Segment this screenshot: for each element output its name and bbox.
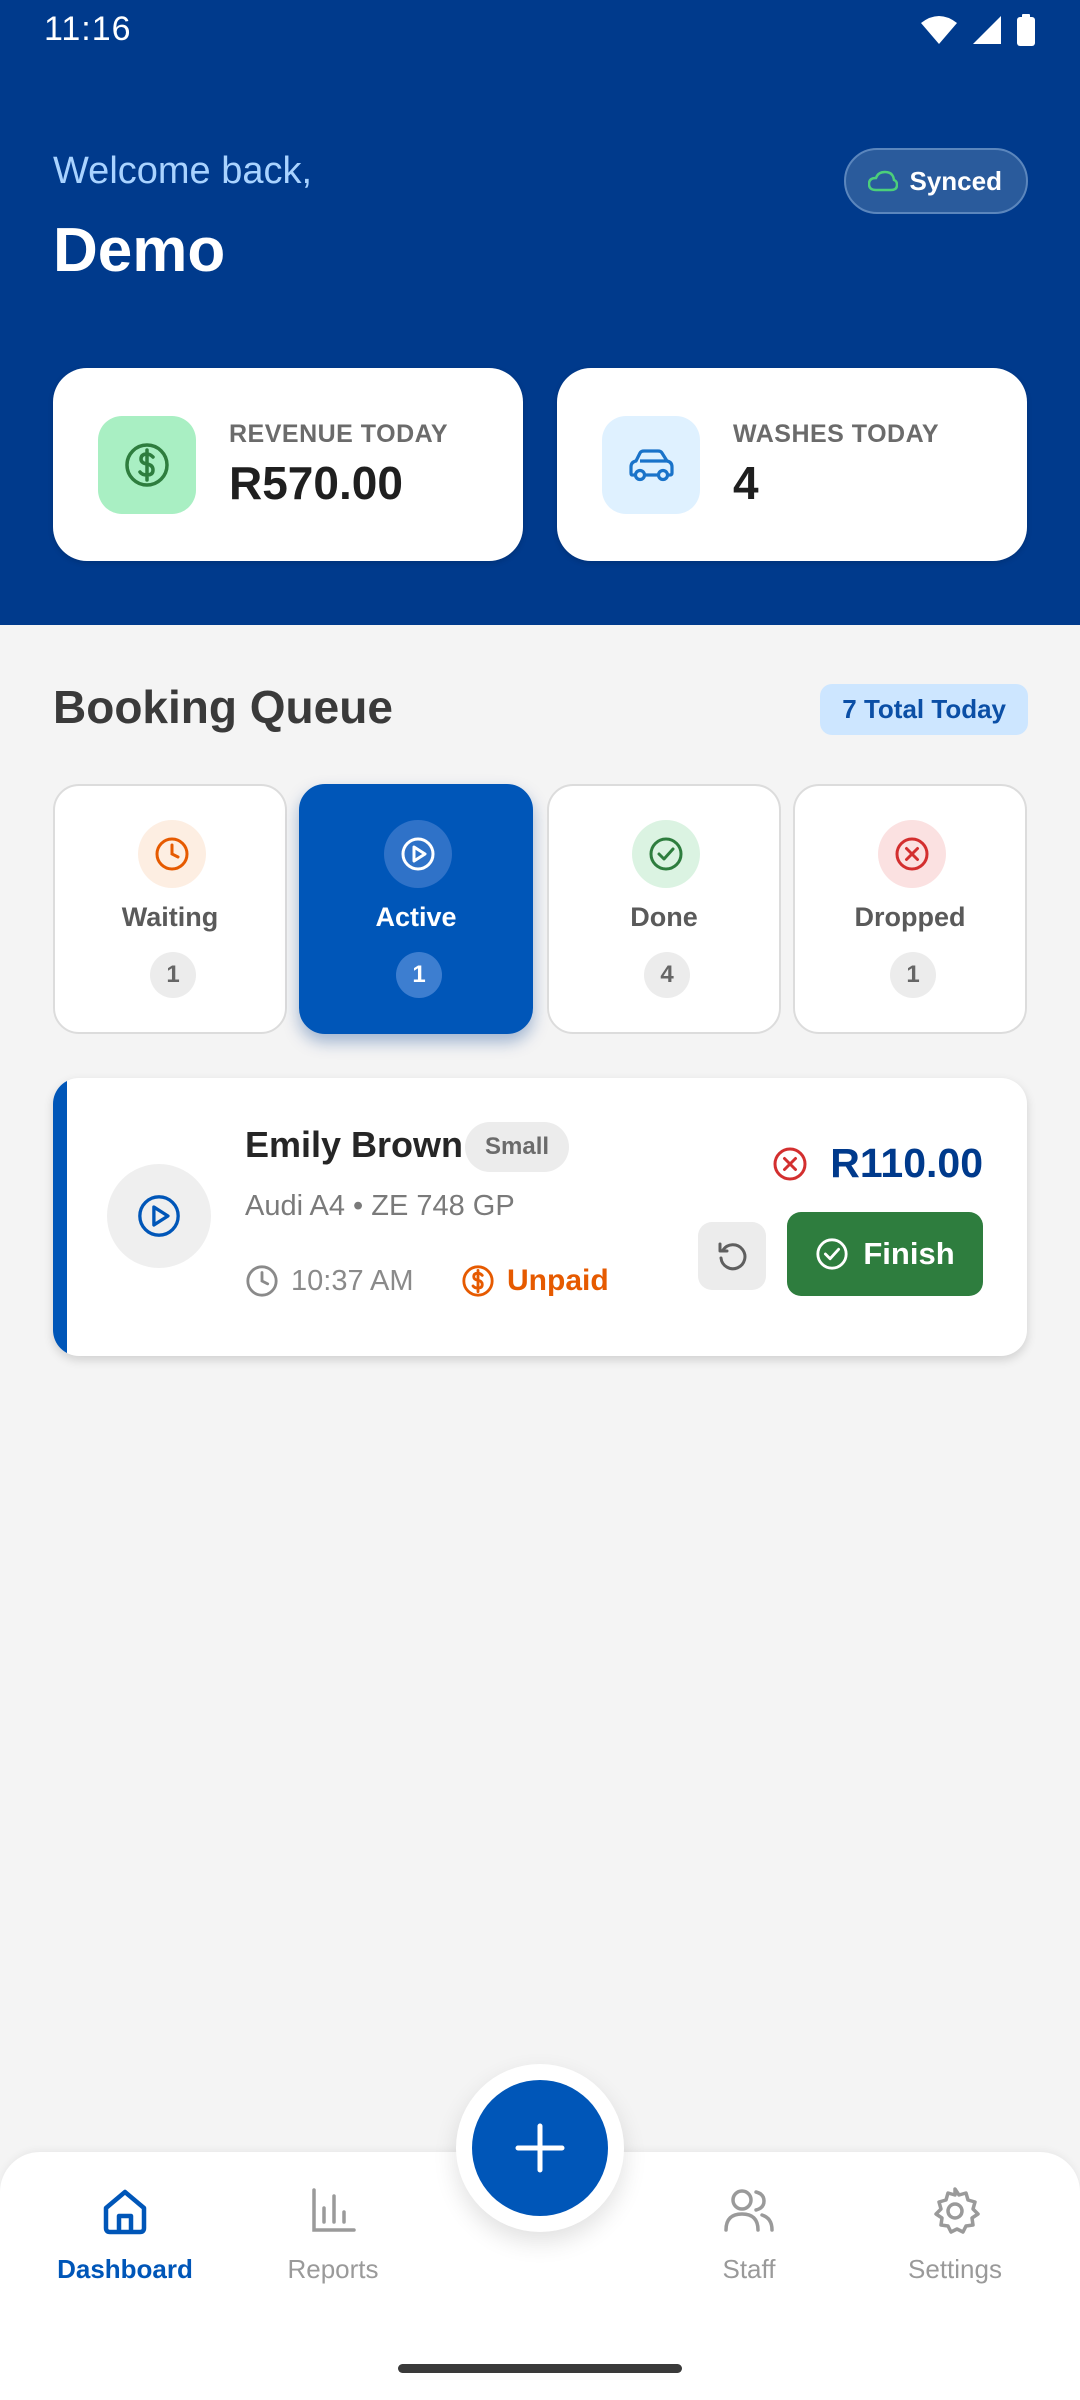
revenue-label: REVENUE TODAY xyxy=(229,420,449,448)
price-row: R110.00 xyxy=(772,1140,983,1187)
booking-price: R110.00 xyxy=(830,1140,983,1186)
booking-time-text: 10:37 AM xyxy=(291,1264,414,1297)
signal-icon xyxy=(973,16,1001,44)
plus-icon xyxy=(515,2123,565,2173)
nav-item-dashboard[interactable]: Dashboard xyxy=(40,2180,210,2285)
tab-dropped[interactable]: Dropped 1 xyxy=(793,784,1027,1034)
user-name: Demo xyxy=(53,216,226,285)
washes-icon-box xyxy=(602,416,700,514)
washes-card: WASHES TODAY 4 xyxy=(557,368,1027,561)
clock-icon xyxy=(246,1265,278,1297)
tab-active-label: Active xyxy=(375,902,457,932)
vehicle-info: Audi A4 • ZE 748 GP xyxy=(245,1190,515,1222)
washes-label: WASHES TODAY xyxy=(733,420,940,448)
welcome-text: Welcome back, xyxy=(53,150,313,192)
total-today-badge: 7 Total Today xyxy=(820,684,1028,735)
play-circle-icon xyxy=(401,837,435,871)
undo-icon xyxy=(718,1242,747,1271)
tab-active-count: 1 xyxy=(396,952,442,998)
bar-chart-icon xyxy=(312,2188,356,2232)
check-circle-icon xyxy=(816,1238,848,1270)
status-icons xyxy=(920,14,1036,46)
nav-item-reports[interactable]: Reports xyxy=(248,2180,418,2285)
tab-done-icon-box xyxy=(632,820,700,888)
status-bar: 11:16 xyxy=(0,0,1080,62)
tab-dropped-icon-box xyxy=(878,820,946,888)
dollar-circle-icon xyxy=(125,443,169,487)
revenue-value: R570.00 xyxy=(229,457,403,509)
tab-done-label: Done xyxy=(630,902,698,932)
users-icon xyxy=(724,2189,774,2232)
cloud-icon xyxy=(867,170,898,192)
payment-status: Unpaid xyxy=(461,1264,609,1298)
revenue-icon-box xyxy=(98,416,196,514)
tab-waiting-label: Waiting xyxy=(121,902,219,932)
booking-accent-bar xyxy=(53,1078,67,1356)
nav-label-reports: Reports xyxy=(287,2254,379,2284)
tab-waiting[interactable]: Waiting 1 xyxy=(53,784,287,1034)
vehicle-size-chip: Small xyxy=(465,1122,570,1172)
clock-icon xyxy=(155,837,189,871)
tab-dropped-count: 1 xyxy=(890,952,936,998)
cancel-booking-icon[interactable] xyxy=(772,1146,808,1182)
nav-item-staff[interactable]: Staff xyxy=(664,2180,834,2285)
tab-done[interactable]: Done 4 xyxy=(547,784,781,1034)
booking-card[interactable]: Emily Brown Small Audi A4 • ZE 748 GP 10… xyxy=(53,1078,1027,1356)
nav-label-dashboard: Dashboard xyxy=(57,2254,193,2284)
tab-waiting-count: 1 xyxy=(150,952,196,998)
revert-button[interactable] xyxy=(698,1222,766,1290)
tab-active[interactable]: Active 1 xyxy=(299,784,533,1034)
x-circle-icon xyxy=(895,837,929,871)
booking-status-icon-box xyxy=(107,1164,211,1268)
nav-item-settings[interactable]: Settings xyxy=(870,2180,1040,2285)
home-indicator[interactable] xyxy=(398,2364,682,2373)
tab-active-icon-box xyxy=(384,820,452,888)
booking-time: 10:37 AM xyxy=(245,1264,414,1298)
washes-value: 4 xyxy=(733,457,759,509)
gear-icon xyxy=(934,2187,980,2234)
add-booking-button[interactable] xyxy=(472,2080,608,2216)
home-icon xyxy=(103,2189,147,2235)
status-time: 11:16 xyxy=(44,10,132,48)
finish-label: Finish xyxy=(863,1236,955,1271)
nav-label-staff: Staff xyxy=(722,2254,776,2284)
customer-name: Emily Brown xyxy=(245,1124,464,1165)
tab-done-count: 4 xyxy=(644,952,690,998)
sync-status-badge[interactable]: Synced xyxy=(843,148,1028,214)
check-circle-icon xyxy=(649,837,683,871)
revenue-card: REVENUE TODAY R570.00 xyxy=(53,368,523,561)
battery-icon xyxy=(1017,14,1035,46)
sync-label: Synced xyxy=(909,165,1003,196)
tab-waiting-icon-box xyxy=(138,820,206,888)
dollar-circle-icon xyxy=(462,1265,494,1297)
nav-label-settings: Settings xyxy=(908,2254,1002,2284)
finish-button[interactable]: Finish xyxy=(787,1212,983,1296)
play-circle-icon xyxy=(138,1195,180,1237)
queue-title: Booking Queue xyxy=(53,681,393,733)
tab-dropped-label: Dropped xyxy=(854,902,966,932)
header: 11:16 Welcome back, Demo Synced REVENUE … xyxy=(0,0,1080,625)
wifi-icon xyxy=(921,16,957,44)
car-icon xyxy=(629,449,674,482)
payment-status-text: Unpaid xyxy=(507,1264,609,1297)
